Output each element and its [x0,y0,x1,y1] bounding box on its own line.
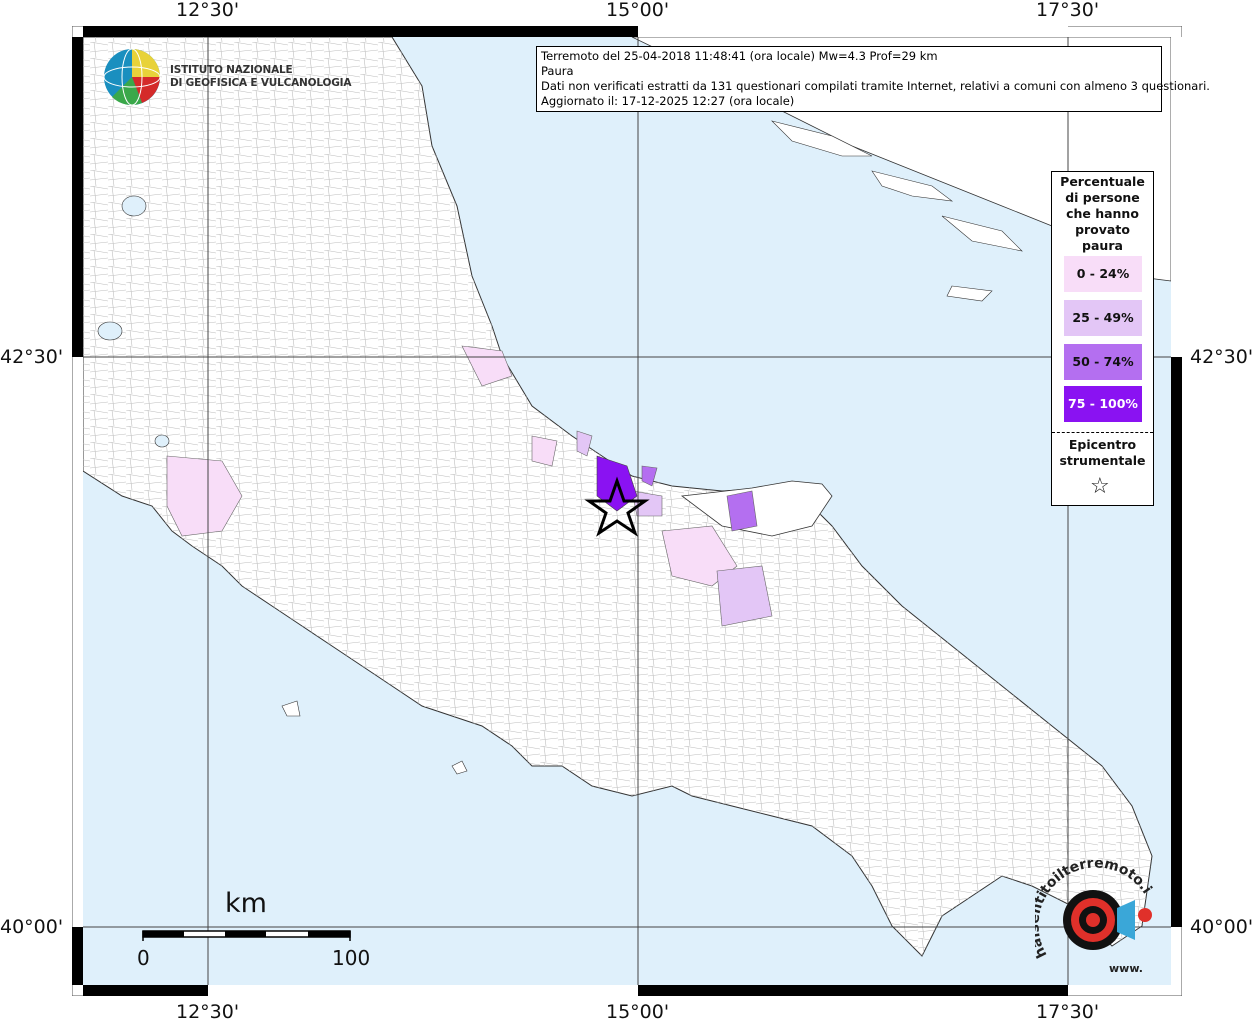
map-frame [72,26,1182,996]
haisentito-logo-icon: haisentitoilterremoto.it www. [1026,848,1154,975]
map-canvas[interactable] [72,26,1182,996]
legend-epicenter-label: Epicentro strumentale [1052,437,1153,469]
axis-label-right-2: 40°00' [1190,916,1254,938]
event-info-box: Terremoto del 25-04-2018 11:48:41 (ora l… [536,46,1210,112]
data-note-line: Dati non verificati estratti da 131 ques… [541,79,1210,93]
legend-divider [1052,432,1153,433]
updated-line: Aggiornato il: 17-12-2025 12:27 (ora loc… [541,94,795,108]
axis-label-bottom-3: 17°30' [1036,1001,1100,1023]
legend-class-50-74: 50 - 74% [1064,344,1142,380]
haisentito-badge[interactable]: haisentitoilterremoto.it www. [1026,848,1160,980]
axis-label-bottom-2: 15°00' [606,1001,670,1023]
axis-label-right-1: 42°30' [1190,346,1254,368]
legend-title-line: provato [1075,222,1130,237]
legend-class-0-24: 0 - 24% [1064,256,1142,292]
area-class-50-74 [726,490,758,532]
axis-label-top-3: 17°30' [1036,0,1100,21]
axis-label-top-1: 12°30' [176,0,240,21]
scale-end: 100 [332,946,371,970]
area-class-25-49 [716,565,773,627]
scale-start: 0 [137,946,150,970]
axis-label-left-1: 42°30' [0,346,64,368]
legend-class-25-49: 25 - 49% [1064,300,1142,336]
legend-title: Percentuale di persone che hanno provato… [1052,174,1153,254]
logo-line-1: ISTITUTO NAZIONALE [170,64,293,76]
legend-title-line: di persone [1065,190,1140,205]
legend-title-line: che hanno [1066,206,1139,221]
event-line: Terremoto del 25-04-2018 11:48:41 (ora l… [541,49,938,63]
legend-title-line: paura [1082,238,1123,253]
legend-class-75-100: 75 - 100% [1064,386,1142,422]
legend-epicenter-line: Epicentro [1068,437,1137,452]
axis-label-left-2: 40°00' [0,916,64,938]
globe-icon [103,48,161,106]
star-icon: ☆ [1090,474,1110,499]
badge-bottom-text: www. [1109,962,1143,975]
legend-epicenter-line: strumentale [1059,453,1146,468]
parameter-line: Paura [541,64,574,78]
legend: Percentuale di persone che hanno provato… [1051,171,1154,506]
legend-title-line: Percentuale [1060,174,1145,189]
scale-title: km [225,888,267,919]
logo-line-2: DI GEOFISICA E VULCANOLOGIA [170,77,352,89]
axis-label-bottom-1: 12°30' [176,1001,240,1023]
axis-label-top-2: 15°00' [606,0,670,21]
